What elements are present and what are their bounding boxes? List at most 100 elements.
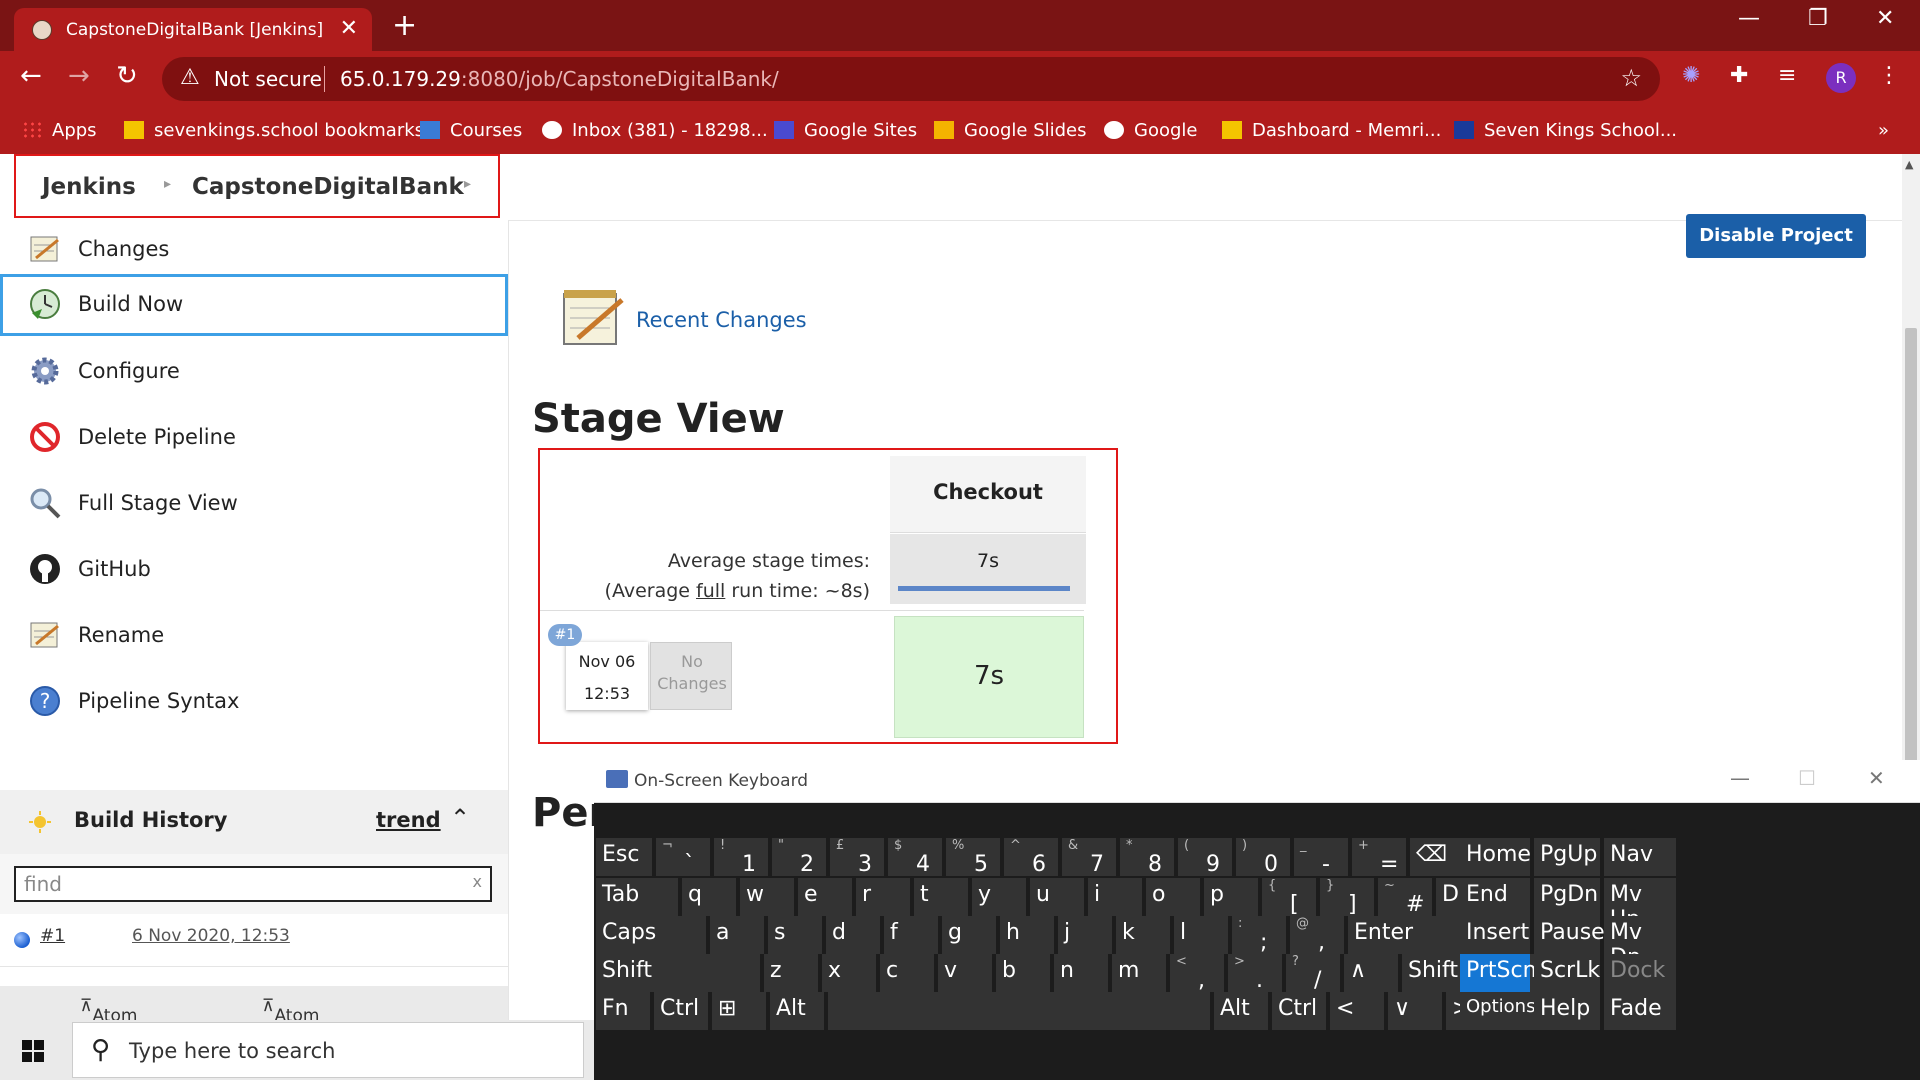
windows-start-icon[interactable] xyxy=(22,1040,44,1062)
osk-key[interactable]: Ctrl xyxy=(654,992,708,1030)
bookmark-inbox[interactable]: Inbox (381) - 18298... xyxy=(542,120,768,141)
osk-side-key[interactable]: Insert xyxy=(1460,916,1530,954)
osk-key[interactable]: Tab xyxy=(596,878,678,916)
browser-menu-icon[interactable]: ⋮ xyxy=(1878,63,1900,88)
clear-icon[interactable]: x xyxy=(473,872,482,891)
osk-key[interactable]: z xyxy=(764,954,818,992)
tab-close-icon[interactable]: ✕ xyxy=(340,16,358,41)
recent-changes-link[interactable]: Recent Changes xyxy=(636,308,807,332)
minimize-icon[interactable]: — xyxy=(1738,6,1760,31)
task-pipeline-syntax[interactable]: ? Pipeline Syntax xyxy=(0,672,508,732)
osk-key[interactable]: m xyxy=(1112,954,1166,992)
bookmark-google-sites[interactable]: Google Sites xyxy=(774,120,917,141)
osk-key[interactable]: * 8 xyxy=(1120,838,1174,877)
osk-key[interactable]: r xyxy=(856,878,910,916)
osk-key[interactable]: ~ # xyxy=(1378,878,1432,917)
task-full-stage-view[interactable]: Full Stage View xyxy=(0,474,508,534)
osk-close-icon[interactable]: ✕ xyxy=(1868,766,1885,790)
osk-key[interactable]: ) 0 xyxy=(1236,838,1290,877)
address-bar[interactable]: ⚠ Not secure 65.0.179.29:8080/job/Capsto… xyxy=(162,57,1660,101)
osk-side-key[interactable]: ScrLk xyxy=(1534,954,1600,992)
task-build-now[interactable]: Build Now xyxy=(0,274,508,336)
media-queue-icon[interactable]: ≡ xyxy=(1778,63,1796,88)
osk-key[interactable]: y xyxy=(972,878,1026,916)
osk-key[interactable]: Ctrl xyxy=(1272,992,1326,1030)
osk-key[interactable]: v xyxy=(938,954,992,992)
osk-key[interactable]: o xyxy=(1146,878,1200,916)
osk-key[interactable]: g xyxy=(942,916,996,954)
osk-key[interactable]: n xyxy=(1054,954,1108,992)
osk-key[interactable]: < xyxy=(1330,992,1384,1030)
osk-key[interactable]: % 5 xyxy=(946,838,1000,877)
osk-key[interactable]: w xyxy=(740,878,794,916)
bookmark-sevenkings[interactable]: sevenkings.school bookmarks xyxy=(124,120,424,141)
forward-icon[interactable]: → xyxy=(68,61,90,91)
extensions-puzzle-icon[interactable]: ✚ xyxy=(1730,63,1748,88)
osk-side-key[interactable]: Fade xyxy=(1604,992,1676,1030)
find-input[interactable]: find x xyxy=(14,866,492,902)
bookmark-apps[interactable]: Apps xyxy=(22,120,97,141)
url-text[interactable]: 65.0.179.29:8080/job/CapstoneDigitalBank… xyxy=(340,67,779,91)
osk-key[interactable]: ¬ ` xyxy=(656,838,710,877)
taskbar-search[interactable]: ⚲ Type here to search xyxy=(72,1022,584,1078)
osk-key[interactable]: + = xyxy=(1352,838,1406,877)
osk-minimize-icon[interactable]: — xyxy=(1730,766,1750,790)
osk-key[interactable]: ! 1 xyxy=(714,838,768,877)
scroll-up-icon[interactable]: ▲ xyxy=(1905,158,1913,171)
new-tab-icon[interactable]: + xyxy=(392,8,417,43)
build-number-link[interactable]: #1 xyxy=(40,926,65,946)
bookmark-google[interactable]: Google xyxy=(1104,120,1197,141)
osk-side-key[interactable]: Help xyxy=(1534,992,1600,1030)
window-close-icon[interactable]: ✕ xyxy=(1876,6,1894,31)
bookmark-seven-kings-school[interactable]: Seven Kings School... xyxy=(1454,120,1677,141)
osk-key[interactable]: $4 xyxy=(888,838,942,877)
osk-key[interactable]: <, xyxy=(1170,954,1224,993)
osk-key[interactable]: ^ 6 xyxy=(1004,838,1058,877)
osk-key[interactable]: >. xyxy=(1228,954,1282,993)
collapse-chevron-icon[interactable]: ⌃ xyxy=(450,804,470,832)
bookmark-dashboard[interactable]: Dashboard - Memri... xyxy=(1222,120,1441,141)
osk-side-key[interactable]: PgDn xyxy=(1534,878,1600,916)
osk-side-key[interactable]: Home xyxy=(1460,838,1531,876)
extension-flower-icon[interactable]: ✺ xyxy=(1682,63,1700,88)
task-github[interactable]: GitHub xyxy=(0,540,508,600)
breadcrumb-chevron-icon[interactable]: ▸ xyxy=(464,176,471,192)
osk-maximize-icon[interactable]: ☐ xyxy=(1798,766,1816,790)
osk-side-key[interactable]: Options xyxy=(1460,992,1535,1030)
osk-key[interactable]: ∨ xyxy=(1388,992,1442,1030)
osk-key[interactable]: Shift xyxy=(596,954,760,992)
breadcrumb-job[interactable]: CapstoneDigitalBank xyxy=(192,174,464,200)
osk-side-key[interactable]: Mv Up xyxy=(1604,878,1676,932)
osk-side-key[interactable]: Mv Dn xyxy=(1604,916,1676,970)
osk-side-key[interactable]: PgUp xyxy=(1534,838,1600,876)
osk-key[interactable]: £3 xyxy=(830,838,884,877)
osk-key[interactable]: (9 xyxy=(1178,838,1232,877)
osk-key[interactable]: ⊞ xyxy=(712,992,766,1030)
osk-key[interactable]: d xyxy=(826,916,880,954)
bookmark-star-icon[interactable]: ☆ xyxy=(1620,64,1642,92)
osk-side-key[interactable]: End xyxy=(1460,878,1530,916)
osk-key[interactable]: x xyxy=(822,954,876,992)
osk-side-key[interactable]: Pause xyxy=(1534,916,1605,954)
osk-side-key[interactable]: PrtScn xyxy=(1460,954,1537,992)
task-changes[interactable]: Changes xyxy=(0,220,508,280)
osk-key[interactable]: e xyxy=(798,878,852,916)
bookmark-google-slides[interactable]: Google Slides xyxy=(934,120,1087,141)
build-row[interactable]: #1 6 Nov 2020, 12:53 xyxy=(0,914,508,967)
restore-icon[interactable]: ❐ xyxy=(1808,6,1828,31)
osk-key[interactable]: c xyxy=(880,954,934,992)
osk-key[interactable]: k xyxy=(1116,916,1170,954)
atom-feed-all[interactable]: ⊼ Atom feed for all xyxy=(80,996,137,1020)
osk-key[interactable]: h xyxy=(1000,916,1054,954)
osk-key[interactable]: u xyxy=(1030,878,1084,916)
osk-key[interactable]: " 2 xyxy=(772,838,826,877)
osk-key[interactable]: a xyxy=(710,916,764,954)
osk-key[interactable]: Alt xyxy=(1214,992,1268,1030)
osk-side-key[interactable]: Dock xyxy=(1604,954,1676,992)
osk-key[interactable]: j xyxy=(1058,916,1112,954)
osk-key[interactable]: s xyxy=(768,916,822,954)
trend-link[interactable]: trend xyxy=(376,808,441,832)
osk-key[interactable]: @, xyxy=(1290,916,1344,955)
osk-key[interactable]: p xyxy=(1204,878,1258,916)
breadcrumb-chevron-icon[interactable]: ▸ xyxy=(164,176,171,192)
